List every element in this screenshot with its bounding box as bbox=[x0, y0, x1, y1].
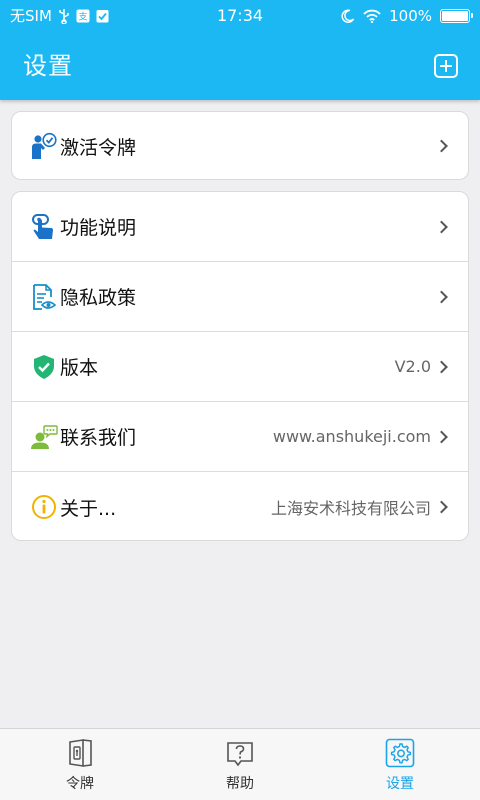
settings-item-label: 版本 bbox=[60, 357, 99, 379]
settings-item-label: 联系我们 bbox=[60, 427, 137, 449]
status-right: 100% bbox=[341, 0, 473, 32]
company-value: 上海安术科技有限公司 bbox=[270, 499, 431, 518]
activate-token-label: 激活令牌 bbox=[60, 136, 137, 159]
tab-label: 设置 bbox=[386, 776, 414, 792]
touch-hand-icon bbox=[30, 213, 58, 241]
settings-row-features[interactable]: 功能说明 bbox=[12, 192, 468, 262]
help-question-icon bbox=[225, 738, 255, 768]
chevron-right-icon bbox=[435, 430, 448, 443]
page-title: 设置 bbox=[23, 52, 73, 80]
tab-label: 令牌 bbox=[66, 776, 94, 792]
tab-help[interactable]: 帮助 bbox=[160, 729, 320, 800]
version-value: V2.0 bbox=[394, 357, 431, 376]
moon-icon bbox=[341, 9, 355, 23]
chevron-right-icon bbox=[435, 139, 448, 153]
chevron-right-icon bbox=[435, 500, 448, 514]
settings-row-version[interactable]: 版本 V2.0 bbox=[12, 332, 468, 402]
tab-label: 帮助 bbox=[226, 776, 254, 792]
chevron-right-icon bbox=[435, 360, 448, 373]
chevron-right-icon bbox=[435, 220, 448, 233]
add-button[interactable] bbox=[434, 54, 458, 78]
activate-card: 激活令牌 bbox=[11, 111, 469, 180]
contact-chat-icon bbox=[30, 423, 58, 451]
document-eye-icon bbox=[30, 283, 58, 311]
settings-row-contact[interactable]: 联系我们 www.anshukeji.com bbox=[12, 402, 468, 472]
status-bar: 无SIM 支 17:34 100% bbox=[0, 0, 480, 32]
battery-text: 100% bbox=[389, 7, 432, 25]
settings-row-privacy[interactable]: 隐私政策 bbox=[12, 262, 468, 332]
settings-item-label: 功能说明 bbox=[60, 217, 137, 239]
gear-icon bbox=[385, 738, 415, 768]
activate-token-row[interactable]: 激活令牌 bbox=[12, 112, 468, 179]
tab-bar: 令牌 帮助 设置 bbox=[0, 728, 480, 800]
app-header: 无SIM 支 17:34 100% 设置 bbox=[0, 0, 480, 100]
token-lock-icon bbox=[65, 738, 95, 768]
user-chat-icon bbox=[30, 132, 58, 160]
settings-item-label: 隐私政策 bbox=[60, 287, 137, 309]
tab-token[interactable]: 令牌 bbox=[0, 729, 160, 800]
settings-row-about[interactable]: 关于... 上海安术科技有限公司 bbox=[12, 472, 468, 540]
battery-icon bbox=[440, 9, 473, 23]
website-value: www.anshukeji.com bbox=[272, 427, 431, 446]
tab-settings[interactable]: 设置 bbox=[320, 729, 480, 800]
settings-item-label: 关于... bbox=[60, 497, 117, 520]
shield-check-icon bbox=[30, 353, 58, 381]
wifi-icon bbox=[363, 9, 381, 23]
settings-card: 功能说明 隐私政策 版本 V2.0 联系我们 www.anshukeji.com… bbox=[11, 191, 469, 541]
chevron-right-icon bbox=[435, 290, 448, 303]
info-icon bbox=[30, 493, 58, 521]
